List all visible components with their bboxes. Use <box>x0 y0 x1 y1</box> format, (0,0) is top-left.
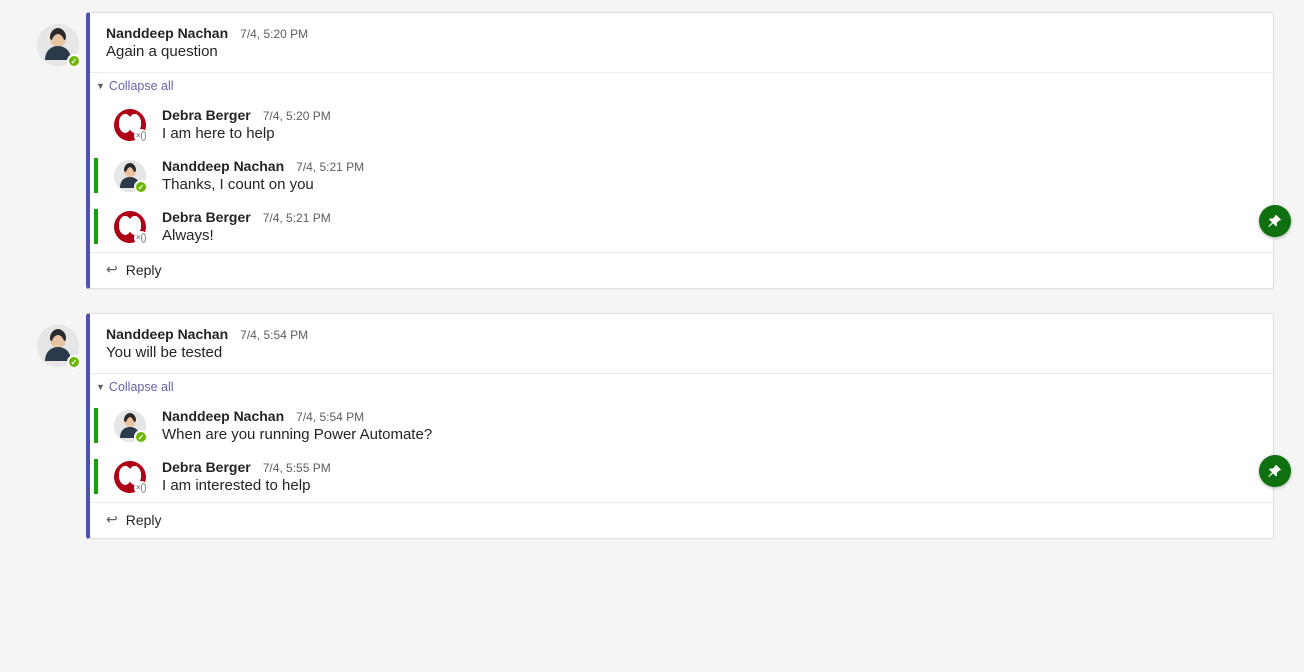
reply-item[interactable]: × Debra Berger 7/4, 5:20 PM I am here to… <box>90 99 1273 150</box>
avatar[interactable]: × <box>114 461 146 493</box>
reply-label: Reply <box>126 512 162 528</box>
message-author[interactable]: Nanddeep Nachan <box>106 326 228 342</box>
reply-input-row[interactable]: ↩ Reply <box>90 252 1273 288</box>
thread: ✓ Nanddeep Nachan 7/4, 5:54 PM You will … <box>30 313 1274 539</box>
reply-item[interactable]: ✓ Nanddeep Nachan 7/4, 5:21 PM Thanks, I… <box>90 150 1273 201</box>
avatar[interactable]: ✓ <box>37 24 79 66</box>
reply-arrow-icon: ↩ <box>106 261 118 278</box>
pin-badge[interactable] <box>1259 205 1291 237</box>
message-text: You will be tested <box>106 344 1253 361</box>
pin-icon <box>1267 213 1283 229</box>
message-timestamp: 7/4, 5:21 PM <box>296 160 364 174</box>
collapse-all-toggle[interactable]: ▼ Collapse all <box>90 373 1273 400</box>
message-timestamp: 7/4, 5:55 PM <box>263 461 331 475</box>
avatar[interactable]: ✓ <box>114 160 146 192</box>
message-author[interactable]: Nanddeep Nachan <box>106 25 228 41</box>
message-text: When are you running Power Automate? <box>162 426 1253 443</box>
reply-label: Reply <box>126 262 162 278</box>
message-timestamp: 7/4, 5:21 PM <box>263 211 331 225</box>
parent-message[interactable]: Nanddeep Nachan 7/4, 5:54 PM You will be… <box>90 314 1273 373</box>
presence-available-icon: ✓ <box>134 180 148 194</box>
presence-available-icon: ✓ <box>134 430 148 444</box>
collapse-all-label: Collapse all <box>109 380 174 394</box>
replies-list: × Debra Berger 7/4, 5:20 PM I am here to… <box>90 99 1273 252</box>
message-text: I am interested to help <box>162 477 1253 494</box>
message-author[interactable]: Debra Berger <box>162 459 251 475</box>
reply-item[interactable]: × Debra Berger 7/4, 5:55 PM I am interes… <box>90 451 1273 502</box>
message-timestamp: 7/4, 5:20 PM <box>240 27 308 41</box>
conversation-feed: ✓ Nanddeep Nachan 7/4, 5:20 PM Again a q… <box>0 0 1304 575</box>
reply-arrow-icon: ↩ <box>106 511 118 528</box>
presence-offline-icon: × <box>134 129 148 143</box>
thread-avatar-column: ✓ <box>30 313 86 539</box>
message-author[interactable]: Nanddeep Nachan <box>162 408 284 424</box>
reply-input-row[interactable]: ↩ Reply <box>90 502 1273 538</box>
avatar[interactable]: × <box>114 109 146 141</box>
message-author[interactable]: Nanddeep Nachan <box>162 158 284 174</box>
reply-item[interactable]: ✓ Nanddeep Nachan 7/4, 5:54 PM When are … <box>90 400 1273 451</box>
chevron-down-icon: ▼ <box>96 81 105 91</box>
thread-body: Nanddeep Nachan 7/4, 5:54 PM You will be… <box>86 313 1274 539</box>
presence-available-icon: ✓ <box>67 355 81 369</box>
thread-avatar-column: ✓ <box>30 12 86 289</box>
message-author[interactable]: Debra Berger <box>162 107 251 123</box>
message-text: Always! <box>162 227 1253 244</box>
message-text: Thanks, I count on you <box>162 176 1253 193</box>
chevron-down-icon: ▼ <box>96 382 105 392</box>
parent-message[interactable]: Nanddeep Nachan 7/4, 5:20 PM Again a que… <box>90 13 1273 72</box>
message-timestamp: 7/4, 5:54 PM <box>296 410 364 424</box>
message-text: I am here to help <box>162 125 1253 142</box>
thread: ✓ Nanddeep Nachan 7/4, 5:20 PM Again a q… <box>30 12 1274 289</box>
avatar[interactable]: × <box>114 211 146 243</box>
message-author[interactable]: Debra Berger <box>162 209 251 225</box>
presence-offline-icon: × <box>134 231 148 245</box>
presence-offline-icon: × <box>134 481 148 495</box>
pin-badge[interactable] <box>1259 455 1291 487</box>
collapse-all-toggle[interactable]: ▼ Collapse all <box>90 72 1273 99</box>
collapse-all-label: Collapse all <box>109 79 174 93</box>
reply-item[interactable]: × Debra Berger 7/4, 5:21 PM Always! <box>90 201 1273 252</box>
avatar[interactable]: ✓ <box>37 325 79 367</box>
avatar[interactable]: ✓ <box>114 410 146 442</box>
replies-list: ✓ Nanddeep Nachan 7/4, 5:54 PM When are … <box>90 400 1273 502</box>
presence-available-icon: ✓ <box>67 54 81 68</box>
message-text: Again a question <box>106 43 1253 60</box>
message-timestamp: 7/4, 5:54 PM <box>240 328 308 342</box>
thread-body: Nanddeep Nachan 7/4, 5:20 PM Again a que… <box>86 12 1274 289</box>
message-timestamp: 7/4, 5:20 PM <box>263 109 331 123</box>
pin-icon <box>1267 463 1283 479</box>
